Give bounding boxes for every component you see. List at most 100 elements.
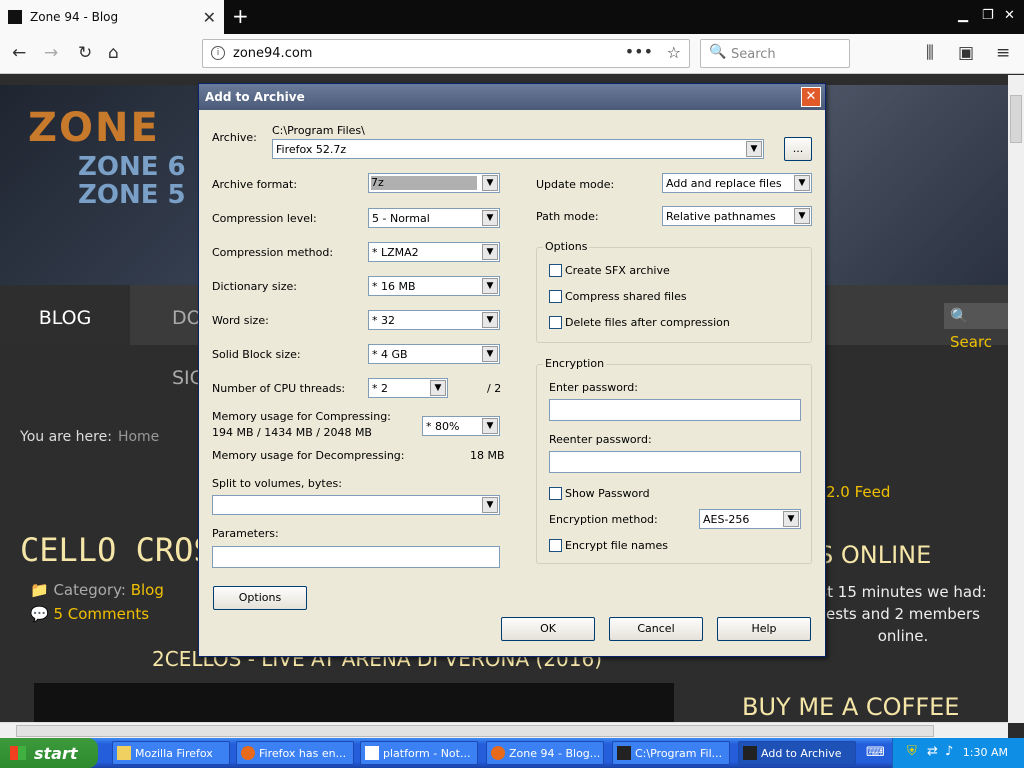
chevron-down-icon[interactable]: ▼ [794,208,810,224]
delete-after-checkbox[interactable]: Delete files after compression [549,316,730,329]
parameters-input[interactable] [212,546,500,568]
taskbar: start Mozilla Firefox Firefox has en... … [0,738,1024,768]
url-bar[interactable]: i zone94.com ••• ☆ [202,39,690,68]
start-button[interactable]: start [0,738,98,768]
chevron-down-icon[interactable]: ▼ [482,497,498,513]
page-actions-icon[interactable]: ••• [625,42,653,61]
url-text: zone94.com [233,46,313,61]
options-group-label: Options [543,240,590,253]
chevron-down-icon[interactable]: ▼ [482,278,498,294]
chevron-down-icon[interactable]: ▼ [482,346,498,362]
options-button[interactable]: Options [213,586,307,610]
cpu-threads-select[interactable]: * 2 ▼ [368,378,448,398]
path-mode-label: Path mode: [536,210,599,223]
solid-block-select[interactable]: * 4 GB ▼ [368,344,500,364]
menu-icon[interactable]: ≡ [996,43,1010,63]
online-text: st 15 minutes we had: ests and 2 members… [819,583,987,645]
minimize-icon[interactable]: ▁ [958,8,968,23]
compress-shared-checkbox[interactable]: Compress shared files [549,290,687,303]
split-select[interactable]: ▼ [212,495,500,515]
network-icon[interactable]: ⇄ [927,744,938,759]
chevron-down-icon[interactable]: ▼ [482,418,498,434]
shield-icon[interactable]: ⛨ [907,744,917,759]
breadcrumb-home[interactable]: Home [118,429,159,445]
update-mode-select[interactable]: Add and replace files ▼ [662,173,812,193]
site-logo[interactable]: ZONE [28,105,160,151]
taskbar-item[interactable]: Zone 94 - Blog... [486,741,604,765]
folder-icon [117,746,131,760]
volume-icon[interactable]: ♪ [945,744,953,759]
chevron-down-icon[interactable]: ▼ [794,175,810,191]
search-box[interactable]: 🔍 Search [700,39,850,68]
ok-button[interactable]: OK [501,617,595,641]
home-icon[interactable]: ⌂ [108,43,119,63]
chevron-down-icon[interactable]: ▼ [482,175,498,191]
show-password-label: Show Password [565,487,650,500]
back-icon[interactable]: ← [12,43,26,63]
encrypt-names-checkbox[interactable]: Encrypt file names [549,539,668,552]
chevron-down-icon[interactable]: ▼ [482,312,498,328]
reload-icon[interactable]: ↻ [78,43,92,63]
7zip-icon [743,746,757,760]
coffee-title: BUY ME A COFFEE [742,693,960,721]
reenter-password-input[interactable] [549,451,801,473]
word-size-select[interactable]: * 32 ▼ [368,310,500,330]
enter-password-input[interactable] [549,399,801,421]
taskbar-item-label: Zone 94 - Blog... [509,747,601,760]
archive-name-combo[interactable]: Firefox 52.7z ▼ [272,139,764,159]
browser-tab[interactable]: Zone 94 - Blog ✕ [0,0,224,34]
cancel-button[interactable]: Cancel [609,617,703,641]
system-tray: ⛨ ⇄ ♪ 1:30 AM [892,738,1024,768]
compression-level-select[interactable]: 5 - Normal ▼ [368,208,500,228]
help-button[interactable]: Help [717,617,811,641]
library-icon[interactable]: ⫼ [926,43,934,63]
category-label: Category: [53,581,126,599]
taskbar-item-active[interactable]: Add to Archive [738,741,856,765]
feed-link[interactable]: 2.0 Feed [826,483,890,501]
new-tab-icon[interactable]: + [232,4,249,28]
browse-button[interactable]: ... [784,137,812,161]
sidebar-icon[interactable]: ▣ [958,43,974,63]
horizontal-scrollbar[interactable] [0,722,1008,738]
mem-compress-select[interactable]: * 80% ▼ [422,416,500,436]
close-tab-icon[interactable]: ✕ [203,8,216,27]
chevron-down-icon[interactable]: ▼ [746,141,762,157]
dialog-close-button[interactable]: ✕ [801,87,821,107]
vertical-scrollbar[interactable] [1008,75,1024,723]
archive-format-select[interactable]: 7z ▼ [368,173,500,193]
show-password-checkbox[interactable]: Show Password [549,487,650,500]
category-link[interactable]: Blog [131,581,164,599]
taskbar-item[interactable]: platform - Not... [360,741,478,765]
encryption-method-label: Encryption method: [549,513,658,526]
update-mode-label: Update mode: [536,178,615,191]
keyboard-icon[interactable]: ⌨ [866,745,885,760]
menu-blog[interactable]: BLOG [0,285,130,345]
create-sfx-checkbox[interactable]: Create SFX archive [549,264,670,277]
chevron-down-icon[interactable]: ▼ [783,511,799,527]
delete-after-label: Delete files after compression [565,316,730,329]
taskbar-item[interactable]: C:\Program Fil... [612,741,730,765]
chevron-down-icon[interactable]: ▼ [482,210,498,226]
vertical-scroll-thumb[interactable] [1010,95,1022,143]
info-icon[interactable]: i [211,46,225,60]
chevron-down-icon[interactable]: ▼ [482,244,498,260]
chevron-down-icon[interactable]: ▼ [430,380,446,396]
restore-icon[interactable]: ❐ [982,8,994,23]
compression-method-select[interactable]: * LZMA2 ▼ [368,242,500,262]
encryption-method-select[interactable]: AES-256 ▼ [699,509,801,529]
taskbar-item[interactable]: Firefox has en... [236,741,354,765]
video-player[interactable] [34,683,674,723]
taskbar-item-label: C:\Program Fil... [635,747,723,760]
encryption-method-value: AES-256 [703,513,750,526]
forward-icon[interactable]: → [44,43,58,63]
path-mode-select[interactable]: Relative pathnames ▼ [662,206,812,226]
comments-link[interactable]: 💬 5 Comments [30,605,149,623]
horizontal-scroll-thumb[interactable] [16,725,934,737]
bookmark-star-icon[interactable]: ☆ [667,43,681,62]
dictionary-size-select[interactable]: * 16 MB ▼ [368,276,500,296]
site-search-button[interactable]: 🔍 Searc [944,303,1008,351]
taskbar-item[interactable]: Mozilla Firefox [112,741,230,765]
parameters-label: Parameters: [212,527,279,540]
post-category: 📁 Category: Blog [30,581,164,599]
close-window-icon[interactable]: ✕ [1004,8,1015,23]
